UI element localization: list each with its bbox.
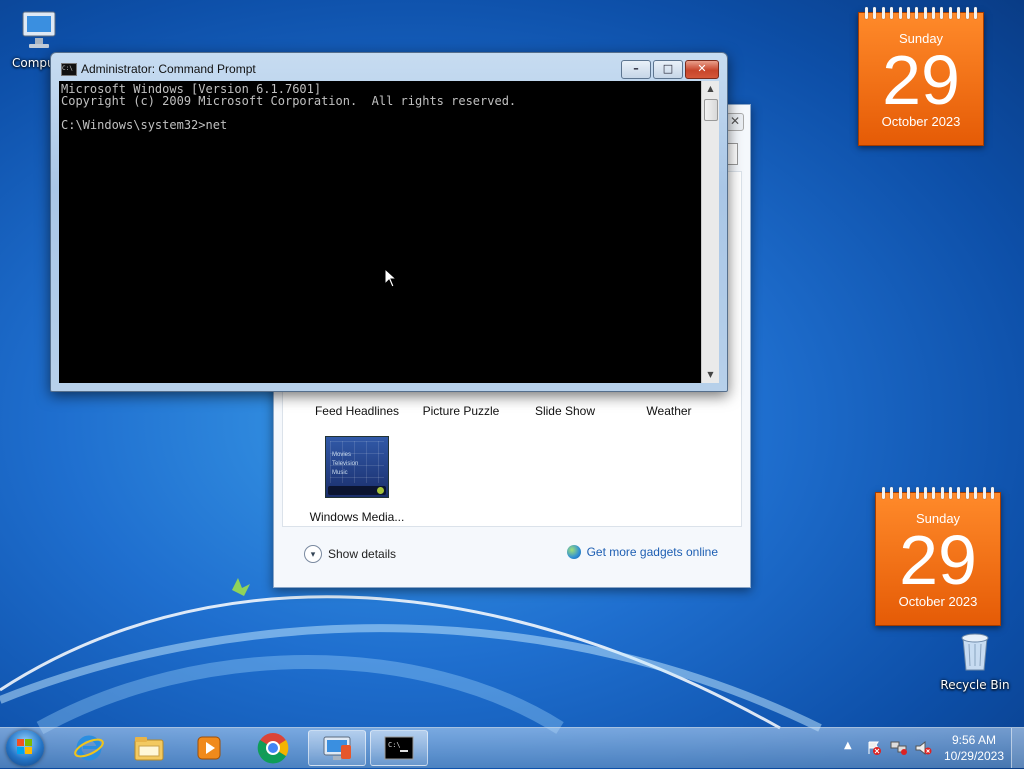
console-line: C:\Windows\system32>net [61,118,228,132]
media-player-icon [197,736,221,760]
recycle-bin-icon [957,630,993,674]
calendar-rings [882,487,994,499]
taskbar-file-explorer[interactable] [120,730,178,766]
internet-explorer-icon [74,735,104,761]
maximize-icon: □ [662,62,674,75]
scroll-thumb[interactable] [704,99,718,121]
globe-icon [566,545,581,559]
computer-icon [19,8,59,52]
start-button[interactable] [6,730,44,766]
taskbar-desktop-gadgets[interactable] [308,730,366,766]
show-hidden-icons-button[interactable]: ▲ [844,740,852,751]
gadget-label: Slide Show [534,404,596,418]
gadget-picture-puzzle[interactable]: Picture Puzzle [409,404,513,418]
calendar-gadget[interactable]: Sunday 29 October 2023 [858,7,984,146]
show-details-label: Show details [328,547,397,561]
show-desktop-button[interactable] [1011,728,1024,768]
calendar-month: October 2023 [898,594,978,609]
desktop-gadgets-icon [323,736,351,760]
minimize-icon: – [633,62,639,75]
gadget-label: Picture Puzzle [422,404,500,418]
minimize-button[interactable]: – [621,60,651,79]
calendar-rings [865,7,977,19]
taskbar-chrome[interactable] [244,730,302,766]
gadget-label: Weather [646,404,692,418]
action-center-flag-icon[interactable] [866,740,882,756]
scroll-down-icon[interactable]: ▼ [702,367,719,383]
clock-time: 9:56 AM [951,733,996,747]
file-explorer-icon [134,737,164,761]
close-icon: ✕ [697,62,707,75]
taskbar-internet-explorer[interactable] [60,730,118,766]
window-title: Administrator: Command Prompt [81,62,256,76]
wmc-thumb-line: Movies [332,452,352,458]
console-line: Copyright (c) 2009 Microsoft Corporation… [61,94,517,108]
command-prompt-window: C:\ Administrator: Command Prompt – □ ✕ … [50,52,728,392]
taskbar-media-player[interactable] [180,730,238,766]
get-more-gadgets-link[interactable]: Get more gadgets online [566,545,718,559]
get-more-label: Get more gadgets online [586,545,718,559]
wmc-thumb-line: Music [332,470,348,476]
command-prompt-icon: C:\ [61,63,77,76]
windows-logo-icon [17,739,32,754]
gadget-weather[interactable]: Weather [617,404,721,418]
gallery-footer: ▾ Show details Get more gadgets online [274,529,750,587]
calendar-gadget[interactable]: Sunday 29 October 2023 [875,487,1001,626]
calendar-day: 29 [882,41,960,119]
vertical-scrollbar[interactable]: ▲ ▼ [701,81,719,383]
title-bar[interactable]: C:\ Administrator: Command Prompt – □ ✕ [51,53,727,81]
desktop-icon-recycle-bin[interactable]: Recycle Bin [940,630,1010,692]
network-icon[interactable] [890,740,908,756]
volume-muted-icon[interactable] [914,740,932,756]
wmc-thumb-line: Television [332,461,359,467]
gadget-feed-headlines[interactable]: Feed Headlines [305,404,409,418]
console-output[interactable]: Microsoft Windows [Version 6.1.7601] Copy… [59,81,701,383]
windows-media-center-icon: Movies Television Music [325,436,389,498]
show-details-button[interactable]: ▾ Show details [304,545,396,563]
system-clock[interactable]: 9:56 AM 10/29/2023 [944,732,1004,764]
taskbar: C:\ ▲ 9:56 AM 10/29/2023 [0,727,1024,768]
desktop-icon-label: Recycle Bin [940,678,1010,692]
mouse-cursor-icon [384,268,398,288]
command-prompt-icon: C:\ [384,736,414,760]
calendar-month: October 2023 [881,114,961,129]
calendar-day: 29 [899,521,977,599]
clock-date: 10/29/2023 [943,749,1004,763]
chrome-icon [257,733,289,764]
chevron-down-icon: ▾ [304,545,322,563]
close-button[interactable]: ✕ [685,60,719,79]
scroll-up-icon[interactable]: ▲ [702,81,719,97]
gadget-windows-media-center[interactable]: Movies Television Music Windows Media... [305,436,409,524]
close-icon[interactable]: ✕ [726,113,744,131]
gadget-label: Windows Media... [309,510,405,524]
svg-text:C:\: C:\ [388,741,401,749]
maximize-button[interactable]: □ [653,60,683,79]
taskbar-command-prompt[interactable]: C:\ [370,730,428,766]
gadget-label: Feed Headlines [314,404,400,418]
gadget-slide-show[interactable]: Slide Show [513,404,617,418]
